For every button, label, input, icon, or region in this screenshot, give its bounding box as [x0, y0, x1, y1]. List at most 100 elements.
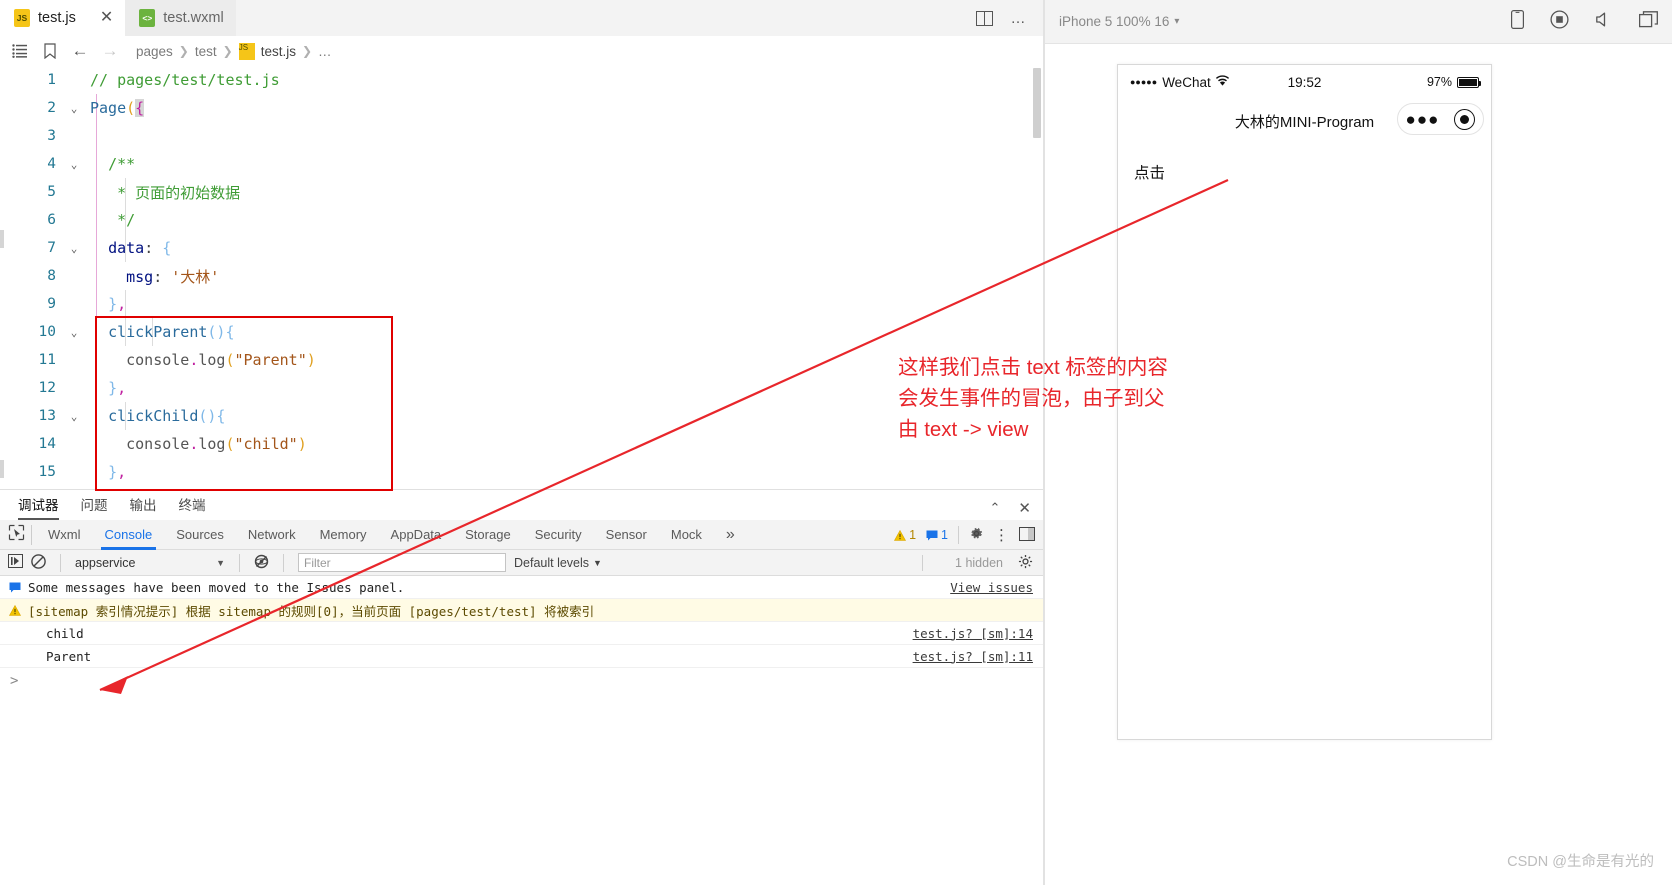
code-line[interactable]: 14 console.log("child") — [0, 430, 1043, 458]
code-line[interactable]: 6 */ — [0, 206, 1043, 234]
warning-badge[interactable]: 1 — [894, 528, 916, 542]
console-message-text: Parent — [46, 648, 92, 664]
wxml-file-icon: <> — [139, 9, 156, 27]
signal-dots: ●●●●● — [1130, 77, 1158, 87]
code-line[interactable]: 11 console.log("Parent") — [0, 346, 1043, 374]
console-source-link[interactable]: View issues — [950, 580, 1033, 595]
devtools-overflow-icon[interactable]: » — [714, 520, 747, 550]
chevron-right-icon: ❯ — [301, 44, 313, 58]
console-levels-select[interactable]: Default levels ▼ — [514, 556, 602, 570]
close-icon[interactable]: ✕ — [100, 10, 113, 26]
console-message-row[interactable]: Parent test.js? [sm]:11 — [0, 645, 1043, 668]
devtools-tab-appdata[interactable]: AppData — [379, 520, 454, 550]
code-text: msg: '大林' — [126, 267, 220, 286]
devtools-tab-wxml[interactable]: Wxml — [36, 520, 93, 550]
capsule-menu-icon[interactable]: ●●● — [1406, 111, 1440, 128]
code-text: data: { — [108, 239, 172, 257]
message-icon — [8, 580, 22, 594]
record-icon[interactable] — [1550, 9, 1569, 34]
code-line[interactable]: 8 msg: '大林' — [0, 262, 1043, 290]
fold-toggle-icon[interactable]: ⌄ — [64, 102, 84, 115]
line-number: 2 — [47, 100, 56, 116]
code-line[interactable]: 3 — [0, 122, 1043, 150]
scrollbar-thumb[interactable] — [1033, 68, 1041, 138]
volume-icon[interactable] — [1595, 11, 1613, 33]
devtools-tab-security[interactable]: Security — [523, 520, 594, 550]
devtools-tab-network[interactable]: Network — [236, 520, 308, 550]
code-editor[interactable]: 1 // pages/test/test.js 2 ⌄ Page({3 4 ⌄ /** 5 *… — [0, 66, 1043, 486]
editor-tab-test-js[interactable]: JS test.js ✕ — [0, 0, 126, 36]
devtools-tab-sources[interactable]: Sources — [164, 520, 236, 550]
outline-icon[interactable] — [10, 41, 30, 61]
devtools-tab-storage[interactable]: Storage — [453, 520, 523, 550]
code-text: clickParent(){ — [108, 323, 235, 341]
console-source-link[interactable]: test.js? [sm]:14 — [913, 626, 1033, 641]
fold-toggle-icon[interactable]: ⌄ — [64, 158, 84, 171]
phone-simulator[interactable]: ●●●●● WeChat 19:52 97% 大林的MINI-Program ●… — [1117, 64, 1492, 740]
breadcrumb-part-test[interactable]: test — [195, 44, 217, 59]
breadcrumb-part-pages[interactable]: pages — [136, 44, 173, 59]
code-line[interactable]: 4 ⌄ /** — [0, 150, 1043, 178]
warning-count: 1 — [909, 528, 917, 542]
code-line[interactable]: 7 ⌄ data: { — [0, 234, 1043, 262]
capsule-target-icon[interactable] — [1454, 108, 1476, 130]
line-number: 6 — [47, 212, 56, 228]
editor-tab-test-wxml[interactable]: <> test.wxml — [125, 0, 236, 36]
code-line[interactable]: 12 }, — [0, 374, 1043, 402]
console-settings-icon[interactable] — [1018, 554, 1033, 572]
back-arrow-icon[interactable]: ← — [70, 41, 90, 61]
message-badge[interactable]: 1 — [926, 528, 948, 542]
phone-page-body[interactable]: 点击 — [1118, 143, 1491, 201]
bookmark-icon[interactable] — [40, 41, 60, 61]
panel-tab-debugger[interactable]: 调试器 — [18, 494, 59, 520]
breadcrumb-part-file[interactable]: test.js — [261, 44, 296, 59]
panel-tab-terminal[interactable]: 终端 — [179, 494, 206, 520]
devtools-tab-sensor[interactable]: Sensor — [594, 520, 659, 550]
code-line[interactable]: 9 }, — [0, 290, 1043, 318]
fold-toggle-icon[interactable]: ⌄ — [64, 242, 84, 255]
device-select[interactable]: iPhone 5 100% 16 ▾ — [1059, 14, 1179, 29]
dock-panel-icon[interactable] — [1019, 526, 1035, 544]
split-editor-icon[interactable] — [969, 4, 999, 32]
wechat-capsule[interactable]: ●●● — [1397, 103, 1484, 135]
panel-tab-output[interactable]: 输出 — [130, 494, 157, 520]
fold-toggle-icon[interactable]: ⌄ — [64, 326, 84, 339]
console-prompt[interactable]: > — [0, 668, 1043, 694]
page-click-text[interactable]: 点击 — [1134, 161, 1475, 183]
code-line[interactable]: 1 // pages/test/test.js — [0, 66, 1043, 94]
devtools-tab-mock[interactable]: Mock — [659, 520, 714, 550]
console-context-select[interactable]: appservice ▼ — [75, 556, 225, 570]
hide-network-icon[interactable] — [254, 554, 269, 572]
console-filter-input[interactable]: Filter — [298, 553, 506, 572]
editor-scrollbar[interactable] — [1031, 68, 1043, 486]
code-line[interactable]: 10 ⌄ clickParent(){ — [0, 318, 1043, 346]
code-line[interactable]: 15 }, — [0, 458, 1043, 486]
breadcrumb-part-more[interactable]: … — [318, 44, 332, 59]
simulator-pane: iPhone 5 100% 16 ▾ ●●●●● WeChat 19:52 97… — [1045, 0, 1672, 885]
gear-icon[interactable] — [969, 526, 984, 544]
panel-tab-problems[interactable]: 问题 — [81, 494, 108, 520]
code-line[interactable]: 5 * 页面的初始数据 — [0, 178, 1043, 206]
close-panel-icon[interactable]: ✕ — [1018, 499, 1031, 517]
battery-percent: 97% — [1426, 75, 1452, 89]
vertical-dots-icon[interactable]: ⋮ — [994, 528, 1009, 543]
clear-console-icon[interactable] — [31, 553, 46, 572]
code-line[interactable]: 2 ⌄ Page({ — [0, 94, 1043, 122]
devtools-tab-memory[interactable]: Memory — [308, 520, 379, 550]
multi-window-icon[interactable] — [1638, 10, 1658, 33]
code-line[interactable]: 13 ⌄ clickChild(){ — [0, 402, 1043, 430]
device-frame-icon[interactable] — [1511, 9, 1525, 34]
devtools-panel: 调试器 问题 输出 终端 ⌃ ✕ Wxml Console Sources Ne… — [0, 489, 1043, 885]
console-message-row[interactable]: child test.js? [sm]:14 — [0, 622, 1043, 645]
console-message-row[interactable]: Some messages have been moved to the Iss… — [0, 576, 1043, 599]
collapse-panel-icon[interactable]: ⌃ — [990, 500, 1001, 516]
console-message-text: Some messages have been moved to the Iss… — [28, 579, 405, 595]
inspect-element-icon[interactable] — [8, 524, 25, 546]
console-message-row[interactable]: [sitemap 索引情况提示] 根据 sitemap 的规则[0]，当前页面 … — [0, 599, 1043, 622]
app-root: JS test.js ✕ <> test.wxml … ← → pages ❯ … — [0, 0, 1672, 885]
execute-step-icon[interactable] — [8, 554, 23, 571]
fold-toggle-icon[interactable]: ⌄ — [64, 410, 84, 423]
more-actions-icon[interactable]: … — [1003, 4, 1033, 32]
console-source-link[interactable]: test.js? [sm]:11 — [913, 649, 1033, 664]
devtools-tab-console[interactable]: Console — [93, 520, 165, 550]
